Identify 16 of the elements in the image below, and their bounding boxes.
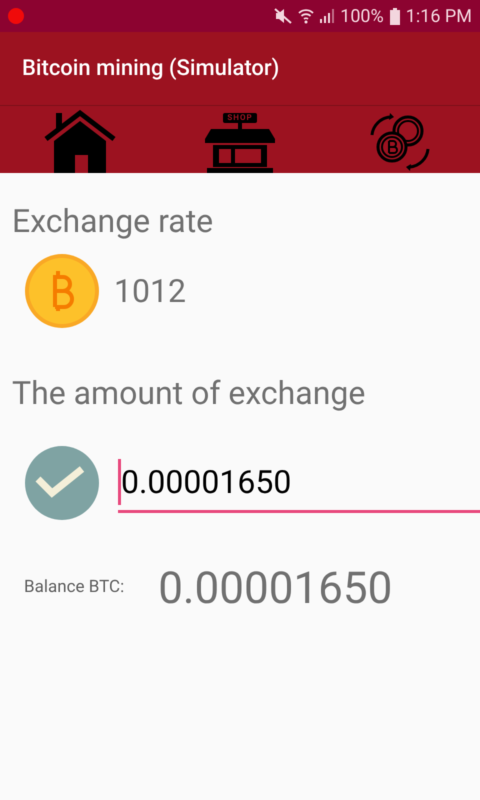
bitcoin-coin-icon [24, 253, 100, 329]
checkmark-icon [24, 445, 100, 521]
balance-value: 0.00001650 [158, 561, 392, 616]
section-heading: Exchange rate [12, 201, 214, 241]
battery-percent: 100% [340, 4, 384, 28]
exchange-rate-value: 1012 [114, 271, 186, 312]
mute-icon [274, 8, 292, 24]
amount-input-field[interactable]: 0.00001650 [118, 453, 480, 513]
shop-sign: SHOP [223, 113, 257, 123]
wifi-icon [298, 8, 314, 24]
app-title: Bitcoin mining (Simulator) [22, 55, 280, 83]
balance-label: Balance BTC: [24, 576, 124, 600]
section-heading: The amount of exchange [12, 373, 366, 413]
clock: 1:16 PM [406, 4, 472, 28]
signal-icon [320, 9, 334, 23]
battery-icon [390, 8, 400, 24]
